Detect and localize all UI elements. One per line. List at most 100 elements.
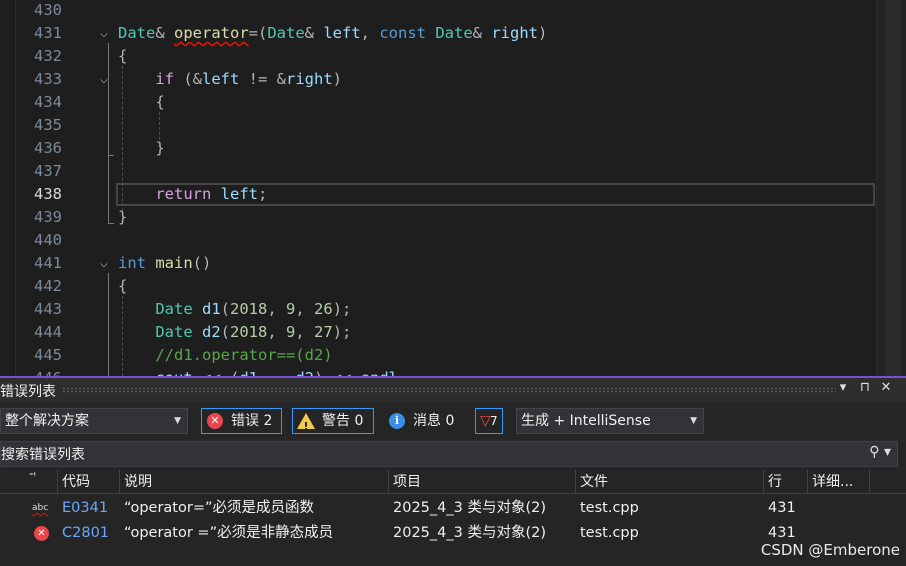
code-text: return left;: [118, 183, 267, 206]
code-token: 27: [314, 323, 333, 341]
code-text: Date d2(2018, 9, 27);: [118, 321, 351, 344]
code-text: {: [118, 275, 127, 298]
code-line[interactable]: 436 }: [0, 137, 876, 160]
code-token: 9: [286, 300, 296, 318]
code-token: {: [118, 47, 128, 65]
code-line[interactable]: 443 Date d1(2018, 9, 26);: [0, 298, 876, 321]
code-line[interactable]: 438 return left;: [0, 183, 876, 206]
line-number: 432: [34, 47, 62, 65]
fold-chevron-icon[interactable]: ⌵: [100, 252, 114, 275]
code-token: cout: [155, 369, 192, 376]
messages-filter-button[interactable]: i 消息 0: [383, 408, 465, 434]
scrollbar-thumb[interactable]: [885, 0, 901, 376]
code-token: ;: [258, 185, 268, 203]
panel-titlebar[interactable]: 错误列表 ▾ ⊓ ✕: [0, 378, 906, 402]
code-text: Date d1(2018, 9, 26);: [118, 298, 351, 321]
error-code[interactable]: C2801: [58, 521, 109, 546]
search-icon[interactable]: ⚲ ▾: [869, 444, 891, 460]
code-token: }: [118, 139, 165, 157]
sort-icon[interactable]: ⁼ᵗ: [25, 470, 57, 494]
code-token: {: [118, 93, 165, 111]
code-editor[interactable]: 430 431 ⌵ Date& operator=(Date& left, const…: [0, 0, 906, 376]
messages-filter-label: 消息 0: [413, 413, 455, 429]
code-token: ,: [295, 300, 315, 318]
code-text: cout << (d1 == d2) << endl: [118, 367, 398, 376]
code-line[interactable]: 435: [0, 114, 876, 137]
code-text: if (&left != &right): [118, 68, 342, 91]
code-token: left: [202, 70, 240, 88]
code-line[interactable]: 441 ⌵ int main(): [0, 252, 876, 275]
code-line[interactable]: 444 Date d2(2018, 9, 27);: [0, 321, 876, 344]
scope-dropdown[interactable]: 整个解决方案 ▼: [0, 408, 188, 434]
fold-bracket-if: [108, 89, 109, 155]
column-header-description[interactable]: 说明: [119, 470, 388, 494]
table-row[interactable]: abc E0341 “operator=”必须是成员函数 2025_4_3 类与…: [0, 496, 906, 521]
code-line[interactable]: 439}: [0, 206, 876, 229]
code-token: d1: [239, 369, 258, 376]
errors-filter-button[interactable]: ✕ 错误 2: [201, 408, 282, 434]
code-line[interactable]: 446 cout << (d1 == d2) << endl: [0, 367, 876, 376]
code-line[interactable]: 442 {: [0, 275, 876, 298]
code-token: const: [379, 24, 426, 42]
code-line[interactable]: 434 {: [0, 91, 876, 114]
code-text: int main(): [118, 252, 211, 275]
search-placeholder: 搜索错误列表: [1, 447, 85, 463]
editor-vertical-scrollbar[interactable]: [876, 0, 906, 376]
code-token: &: [304, 24, 324, 42]
search-input[interactable]: 搜索错误列表 ⚲ ▾: [0, 441, 898, 467]
error-code[interactable]: E0341: [58, 496, 108, 521]
line-number: 436: [34, 139, 62, 157]
fold-chevron-icon[interactable]: ⌵: [100, 68, 114, 91]
line-number: 430: [34, 1, 62, 19]
code-line[interactable]: 433 ⌵ if (&left != &right): [0, 68, 876, 91]
code-token: Date: [155, 323, 193, 341]
column-header-detail[interactable]: 详细...: [807, 470, 869, 494]
code-line[interactable]: 432 {: [0, 45, 876, 68]
code-token: return: [155, 185, 212, 203]
source-dropdown[interactable]: 生成 + IntelliSense ▼: [516, 408, 704, 434]
column-header-line[interactable]: 行: [763, 470, 807, 494]
error-file: test.cpp: [580, 525, 639, 541]
warnings-filter-button[interactable]: ! 警告 0: [292, 408, 374, 434]
drag-grip[interactable]: [62, 387, 836, 393]
code-line[interactable]: 431 ⌵ Date& operator=(Date& left, const Da…: [0, 22, 876, 45]
code-token: << (: [193, 369, 239, 376]
code-token: (): [192, 254, 212, 272]
error-project: 2025_4_3 类与对象(2): [393, 500, 547, 516]
errors-filter-label: 错误 2: [231, 413, 273, 429]
code-token: 2018: [230, 323, 268, 341]
code-token: left: [323, 24, 361, 42]
indent-guide-if: [159, 112, 160, 140]
column-header-file[interactable]: 文件: [575, 470, 763, 494]
build-filter-button[interactable]: ▽ 7: [475, 408, 503, 434]
column-header-code[interactable]: 代码: [57, 470, 119, 494]
line-number: 443: [34, 300, 62, 318]
code-line[interactable]: 440: [0, 229, 876, 252]
code-line[interactable]: 445 //d1.operator==(d2): [0, 344, 876, 367]
code-line[interactable]: 430: [0, 0, 876, 22]
error-file: test.cpp: [580, 500, 639, 516]
line-number: 439: [34, 208, 62, 226]
code-token: //d1.operator==(d2): [155, 346, 333, 364]
line-number: 445: [34, 346, 62, 364]
line-number: 444: [34, 323, 62, 341]
fold-chevron-icon[interactable]: ⌵: [100, 22, 114, 45]
close-icon[interactable]: ✕: [877, 380, 895, 395]
column-header-project[interactable]: 项目: [388, 470, 575, 494]
code-token: =(: [248, 24, 268, 42]
window-menu-icon[interactable]: ▾: [834, 380, 852, 395]
code-line[interactable]: 437: [0, 160, 876, 183]
code-token: );: [332, 300, 352, 318]
pin-icon[interactable]: ⊓: [856, 380, 874, 395]
abc-squiggle-icon: abc: [32, 503, 49, 513]
code-token: if: [155, 70, 174, 88]
info-icon: i: [389, 413, 405, 429]
fold-bracket-if-end: [108, 155, 114, 156]
source-value: 生成 + IntelliSense: [521, 413, 651, 429]
